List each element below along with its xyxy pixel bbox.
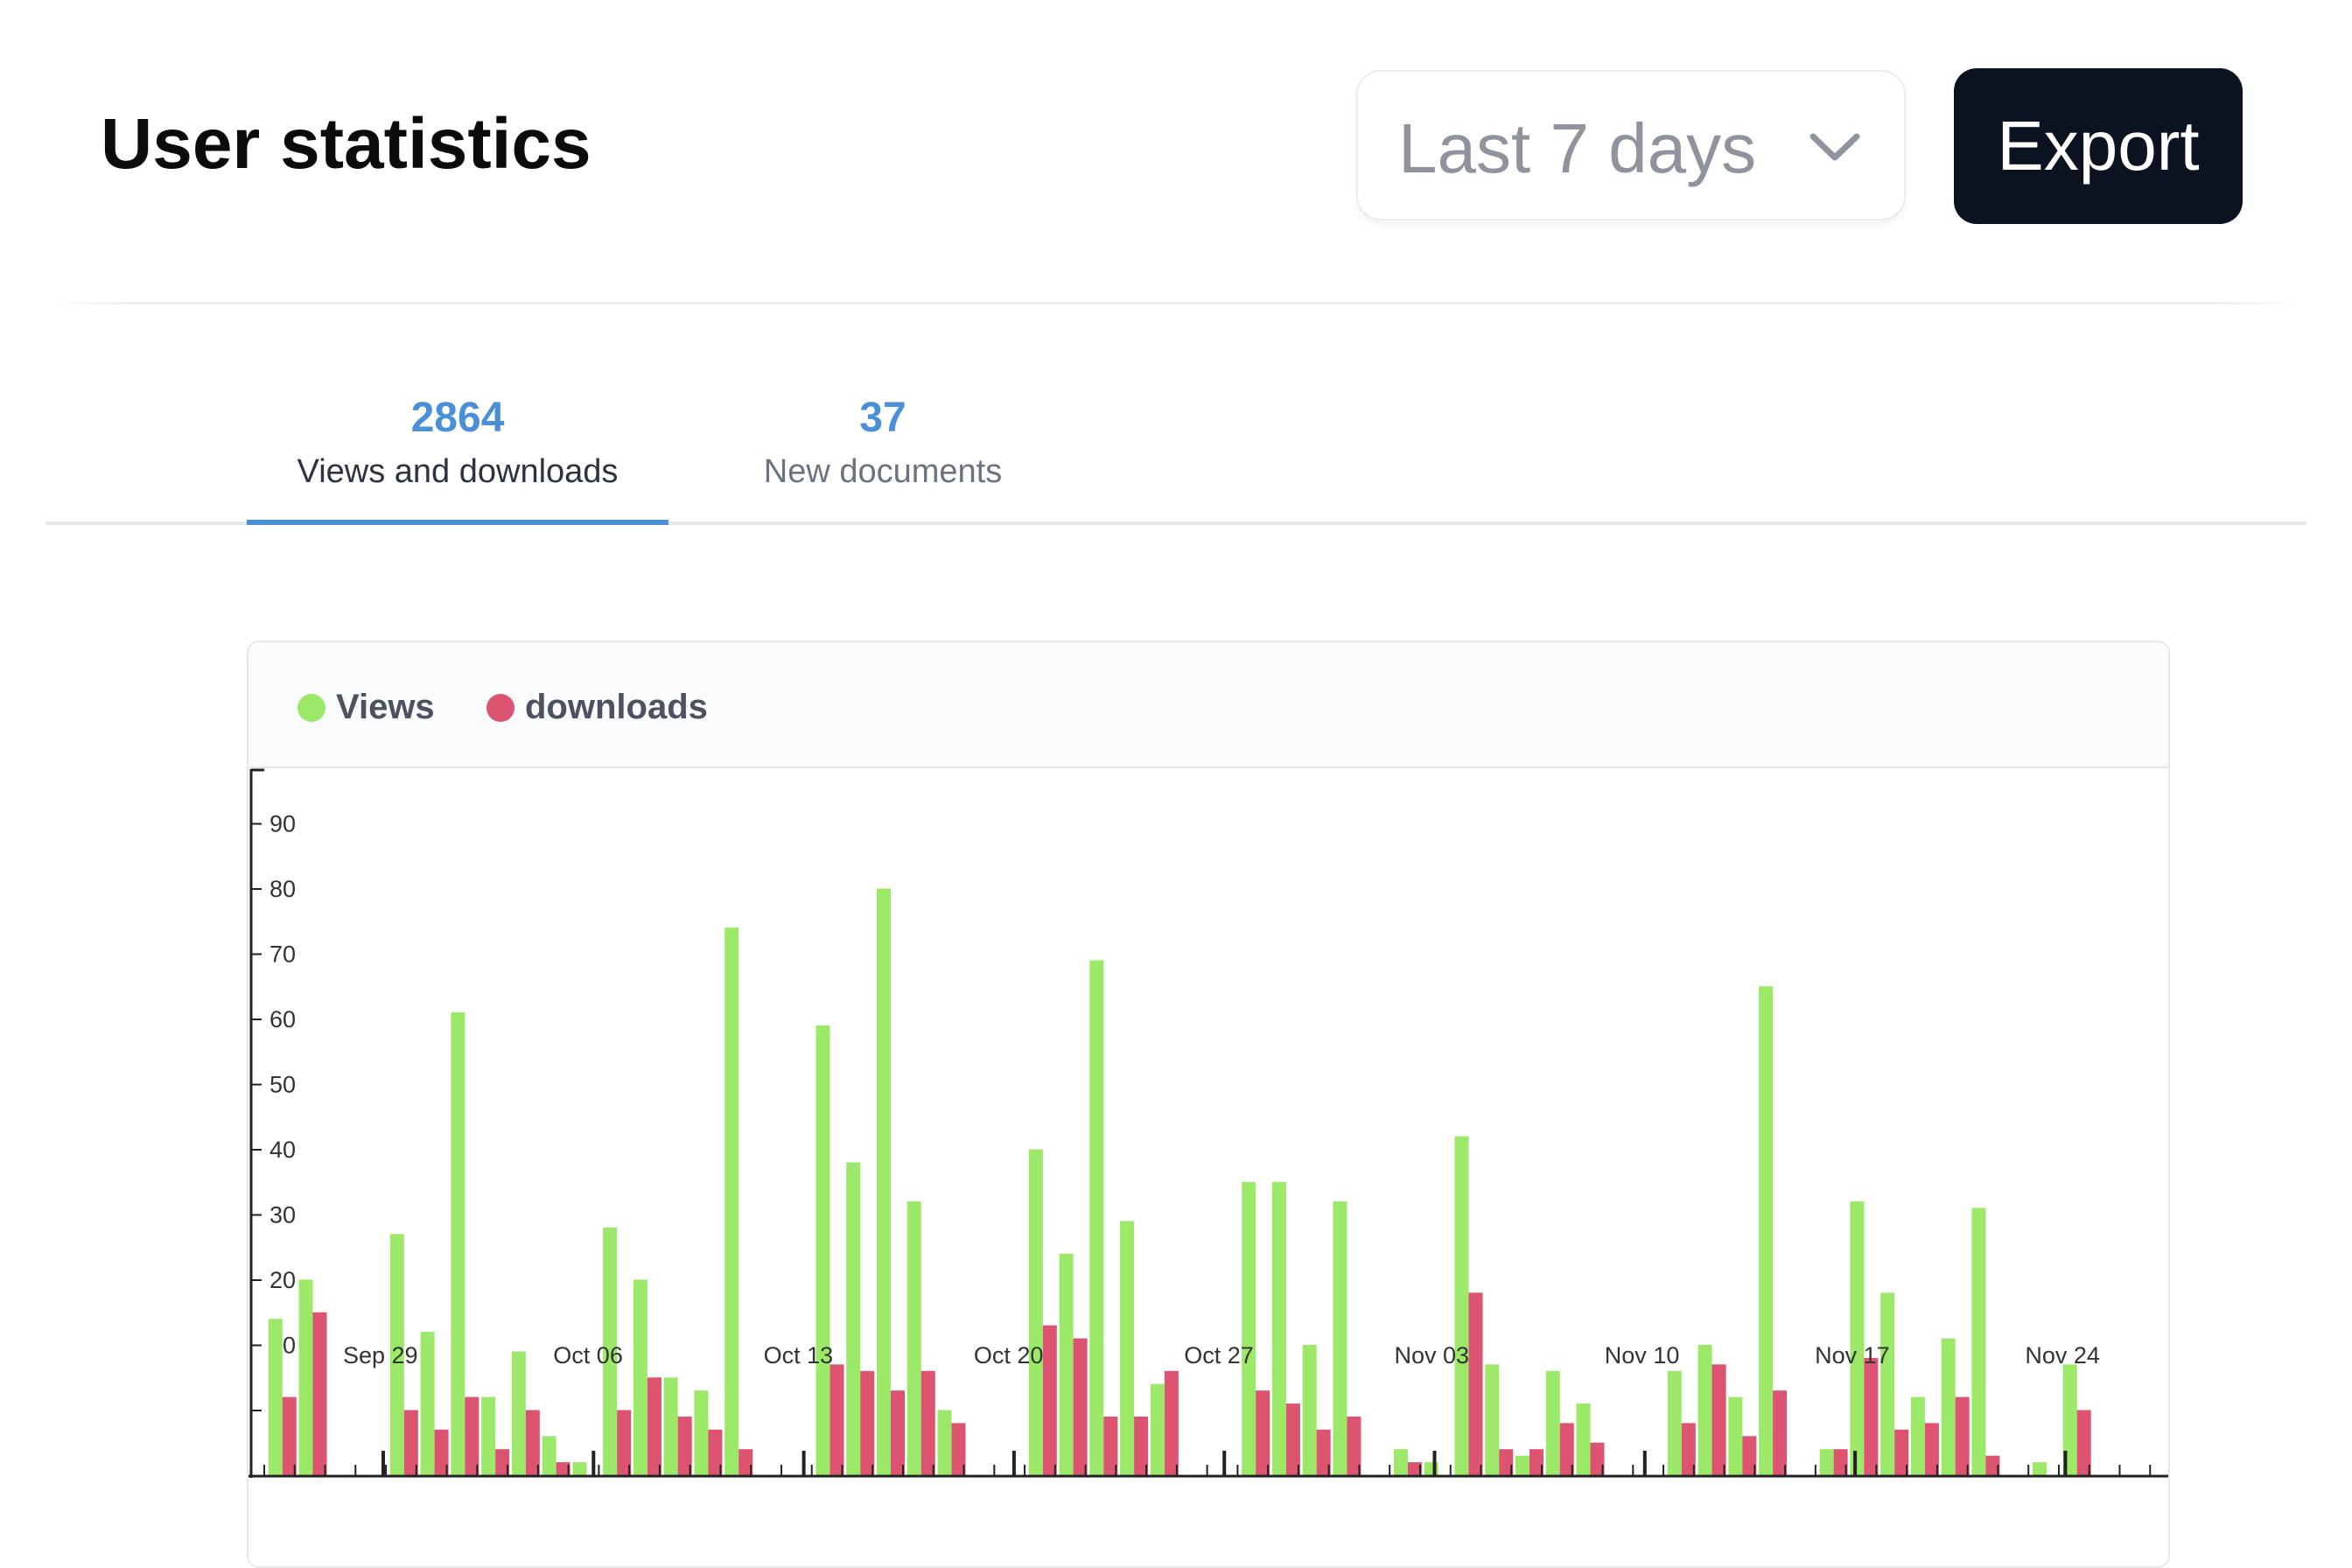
- x-tick-label: Nov 03: [1395, 1342, 1470, 1368]
- x-tick-label: Oct 20: [974, 1342, 1044, 1368]
- y-tick-label: 90: [270, 811, 296, 837]
- tab-count: 2864: [410, 395, 505, 441]
- x-tick-label: Oct 06: [553, 1342, 623, 1368]
- views-bar: [1728, 1396, 1743, 1475]
- downloads-bar: [1285, 1404, 1300, 1475]
- page-title: User statistics: [101, 104, 592, 184]
- views-bar: [816, 1025, 830, 1475]
- views-bar: [1759, 986, 1774, 1475]
- page-header: User statistics Last 7 days Export: [0, 0, 2352, 304]
- downloads-bar: [830, 1364, 844, 1475]
- views-bar: [1028, 1149, 1043, 1475]
- downloads-bar: [282, 1396, 297, 1475]
- downloads-bar: [1073, 1338, 1088, 1475]
- downloads-bar: [312, 1312, 327, 1475]
- y-tick-label: 70: [270, 942, 296, 968]
- downloads-bar: [647, 1377, 662, 1475]
- x-tick-label: Sep 29: [343, 1342, 418, 1368]
- views-bar: [1850, 1201, 1865, 1475]
- chevron-down-icon: [1810, 133, 1860, 161]
- views-bar: [1516, 1455, 1530, 1475]
- downloads-bar: [1468, 1292, 1483, 1475]
- stats-tabs: 2864 Views and downloads 37 New document…: [46, 368, 2306, 528]
- tab-label: New documents: [763, 453, 1003, 490]
- views-bar: [481, 1396, 496, 1475]
- downloads-bar: [860, 1370, 875, 1475]
- views-bar: [1819, 1449, 1834, 1475]
- views-bar: [1880, 1292, 1895, 1475]
- views-bar: [511, 1351, 526, 1475]
- views-bar: [1120, 1221, 1135, 1475]
- period-select-value: Last 7 days: [1398, 109, 1757, 187]
- downloads-bar: [1864, 1357, 1879, 1475]
- downloads-bar: [1773, 1390, 1788, 1475]
- x-tick-label: Oct 13: [764, 1342, 834, 1368]
- views-bar: [724, 928, 739, 1475]
- x-tick-label: Oct 27: [1184, 1342, 1254, 1368]
- views-bar: [1089, 960, 1104, 1475]
- views-bar: [572, 1462, 587, 1475]
- y-tick-label: 40: [270, 1137, 296, 1163]
- views-bar: [1971, 1208, 1986, 1475]
- views-bar: [1302, 1345, 1317, 1475]
- views-bar: [1150, 1383, 1165, 1475]
- chart-card: Views downloads 0102030405060708090Sep 2…: [247, 640, 2170, 1568]
- views-bar: [877, 888, 891, 1475]
- views-bar: [1333, 1201, 1348, 1475]
- views-bar: [298, 1279, 313, 1475]
- views-bar: [1485, 1364, 1500, 1475]
- views-bar: [663, 1377, 678, 1475]
- y-tick-label: 20: [270, 1267, 296, 1293]
- x-tick-label: Nov 24: [2025, 1342, 2100, 1368]
- downloads-bar: [1042, 1325, 1057, 1475]
- downloads-bar: [1955, 1396, 1970, 1475]
- views-bar: [1941, 1338, 1956, 1475]
- views-bar: [1242, 1181, 1256, 1475]
- views-bar: [846, 1162, 861, 1475]
- views-bar: [1059, 1253, 1074, 1475]
- downloads-bar: [1164, 1370, 1179, 1475]
- y-tick-label: 80: [270, 876, 296, 902]
- downloads-bar: [1256, 1390, 1270, 1475]
- x-tick-label: Nov 17: [1815, 1342, 1890, 1368]
- views-bar: [268, 1319, 283, 1475]
- y-tick-label: 30: [270, 1202, 296, 1228]
- views-bar: [451, 1012, 466, 1475]
- views-bar: [906, 1201, 921, 1475]
- y-tick-label: 50: [270, 1072, 296, 1098]
- views-bar: [2032, 1462, 2047, 1475]
- tab-label: Views and downloads: [297, 453, 619, 490]
- views-bar: [1698, 1345, 1712, 1475]
- tab-views-and-downloads[interactable]: 2864 Views and downloads: [247, 368, 668, 525]
- header-divider: [46, 302, 2306, 304]
- downloads-bar: [920, 1370, 935, 1475]
- views-bar: [937, 1410, 952, 1475]
- period-select[interactable]: Last 7 days: [1356, 70, 1906, 220]
- views-bar: [1545, 1370, 1560, 1475]
- downloads-bar: [891, 1390, 905, 1475]
- x-tick-label: Nov 10: [1605, 1342, 1680, 1368]
- views-bar: [1910, 1396, 1925, 1475]
- views-bar: [1576, 1404, 1591, 1475]
- downloads-bar: [465, 1396, 480, 1475]
- active-tab-indicator: [247, 520, 668, 525]
- tab-new-documents[interactable]: 37 New documents: [709, 368, 1057, 525]
- views-bar: [633, 1279, 648, 1475]
- views-bar: [1271, 1181, 1286, 1475]
- downloads-bar: [1712, 1364, 1726, 1475]
- views-bar: [694, 1390, 709, 1475]
- y-tick-label: 60: [270, 1006, 296, 1032]
- export-button[interactable]: Export: [1954, 68, 2243, 224]
- views-bar: [542, 1436, 556, 1475]
- bar-chart: 0102030405060708090Sep 29Oct 06Oct 13Oct…: [248, 768, 2168, 1478]
- views-bar: [1454, 1136, 1469, 1475]
- views-bar: [1667, 1370, 1682, 1475]
- views-bar: [420, 1332, 435, 1475]
- tab-count: 37: [859, 395, 906, 441]
- views-bar: [1393, 1449, 1408, 1475]
